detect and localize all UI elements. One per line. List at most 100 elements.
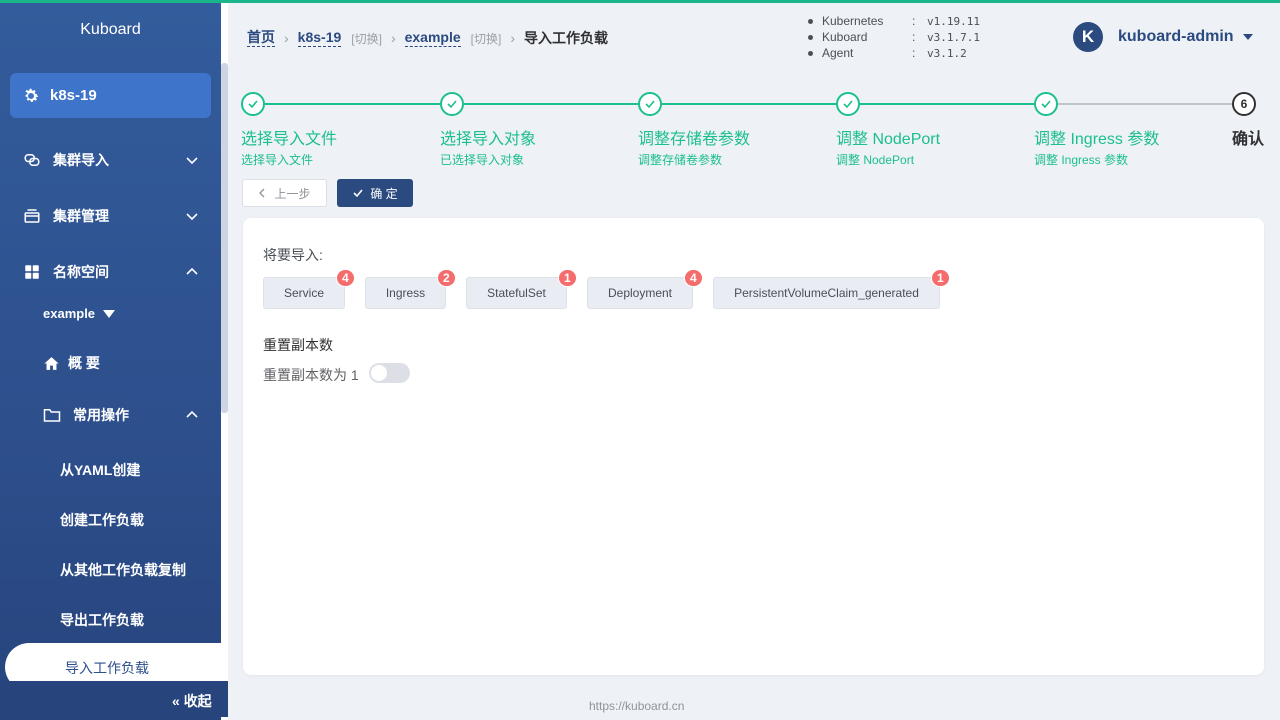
- prev-step-label: 上一步: [274, 186, 311, 201]
- menu-namespace[interactable]: 名称空间: [0, 252, 221, 292]
- menu-common-ops-label: 常用操作: [73, 407, 129, 423]
- count-badge: 4: [684, 269, 703, 287]
- chevron-up-icon: [186, 267, 198, 275]
- breadcrumb-home[interactable]: 首页: [247, 29, 275, 47]
- breadcrumb: 首页 › k8s-19 [切换] › example [切换] › 导入工作负载: [247, 28, 608, 48]
- chevron-down-icon: [186, 213, 198, 221]
- step-4-check-icon: [836, 92, 860, 116]
- confirm-button[interactable]: 确 定: [337, 179, 413, 207]
- version-row: Kubernetes: v1.19.11: [808, 13, 980, 29]
- step-1-desc: 选择导入文件: [241, 153, 314, 167]
- replica-toggle[interactable]: [369, 363, 410, 383]
- menu-import-workload-label: 导入工作负载: [65, 660, 149, 676]
- namespace-selector[interactable]: example: [43, 306, 116, 321]
- version-row: Kuboard: v3.1.7.1: [808, 29, 980, 45]
- menu-create-from-yaml[interactable]: 从YAML创建: [60, 460, 140, 480]
- cluster-selector[interactable]: k8s-19: [10, 73, 211, 118]
- version-value: v1.19.11: [927, 14, 980, 28]
- breadcrumb-current: 导入工作负载: [524, 30, 608, 46]
- menu-export-workload[interactable]: 导出工作负载: [60, 610, 144, 630]
- collapse-button[interactable]: « 收起: [172, 691, 212, 711]
- menu-overview[interactable]: 概 要: [43, 353, 100, 373]
- caret-down-icon: [103, 309, 116, 318]
- breadcrumb-namespace-switch[interactable]: [切换]: [471, 30, 502, 47]
- gear-icon: [25, 88, 39, 102]
- resource-statefulset-button[interactable]: StatefulSet 1: [466, 269, 577, 309]
- avatar: K: [1073, 22, 1103, 52]
- resource-name: Service: [283, 286, 324, 300]
- chevron-right-icon: ›: [284, 30, 289, 46]
- version-colon: :: [912, 46, 916, 60]
- menu-overview-label: 概 要: [68, 355, 100, 371]
- home-icon: [44, 356, 59, 370]
- menu-copy-workload[interactable]: 从其他工作负载复制: [60, 560, 186, 580]
- version-value: v3.1.2: [927, 46, 967, 60]
- import-label: 将要导入:: [263, 247, 323, 263]
- step-2-check-icon: [440, 92, 464, 116]
- bullet-icon: [808, 18, 813, 24]
- prev-step-button[interactable]: 上一步: [242, 179, 327, 207]
- folder-icon: [43, 409, 61, 422]
- resource-ingress-button[interactable]: Ingress 2: [365, 269, 456, 309]
- step-connector: [464, 103, 638, 105]
- count-badge: 1: [931, 269, 950, 287]
- step-connector: [662, 103, 836, 105]
- replica-section-title: 重置副本数: [263, 337, 333, 353]
- breadcrumb-cluster[interactable]: k8s-19: [297, 29, 342, 47]
- chevron-right-icon: ›: [510, 30, 515, 46]
- footer-link[interactable]: https://kuboard.cn: [589, 699, 684, 713]
- cluster-name: k8s-19: [50, 87, 97, 104]
- step-1-check-icon: [241, 92, 265, 116]
- collapse-label: 收起: [183, 693, 212, 709]
- user-name: kuboard-admin: [1118, 28, 1234, 45]
- menu-cluster-import[interactable]: 集群导入: [0, 140, 221, 180]
- resource-service-button[interactable]: Service 4: [263, 269, 355, 309]
- app-title: Kuboard: [80, 21, 141, 38]
- resource-deployment-button[interactable]: Deployment 4: [587, 269, 703, 309]
- user-menu[interactable]: K kuboard-admin: [1073, 22, 1253, 52]
- bullet-icon: [808, 34, 813, 40]
- step-3-title: 调整存储卷参数: [638, 131, 751, 148]
- version-name: Agent: [822, 46, 854, 60]
- resource-pvc-button[interactable]: PersistentVolumeClaim_generated 1: [713, 269, 950, 309]
- step-5-desc: 调整 Ingress 参数: [1034, 153, 1129, 167]
- breadcrumb-namespace[interactable]: example: [404, 29, 461, 47]
- bullet-icon: [808, 50, 813, 56]
- step-6-title: 确认: [1232, 131, 1265, 148]
- step-5-check-icon: [1034, 92, 1058, 116]
- step-3-desc: 调整存储卷参数: [638, 153, 723, 167]
- menu-create-workload[interactable]: 创建工作负载: [60, 510, 144, 530]
- step-4-title: 调整 NodePort: [836, 131, 941, 148]
- resource-name: Ingress: [385, 286, 426, 300]
- namespace-name: example: [43, 306, 96, 321]
- steps: 6 选择导入文件 选择导入对象 调整存储卷参数 调整 NodePort 调整 I…: [241, 92, 1271, 172]
- resource-name: Deployment: [607, 286, 673, 300]
- step-connector: [1058, 103, 1232, 105]
- version-info: Kubernetes: v1.19.11 Kuboard: v3.1.7.1 Age…: [808, 13, 980, 61]
- step-2-title: 选择导入对象: [440, 131, 537, 148]
- chevron-up-icon: [186, 410, 198, 418]
- replica-toggle-label: 重置副本数为 1: [263, 367, 359, 383]
- toggle-knob: [371, 365, 387, 381]
- step-1-title: 选择导入文件: [241, 131, 338, 148]
- resource-name: StatefulSet: [487, 286, 546, 300]
- resource-name: PersistentVolumeClaim_generated: [734, 286, 919, 300]
- chevron-right-icon: ›: [390, 30, 396, 46]
- menu-cluster-import-label: 集群导入: [53, 152, 109, 168]
- breadcrumb-cluster-switch[interactable]: [切换]: [351, 30, 382, 47]
- link-icon: [24, 154, 40, 166]
- chevron-left-icon: [259, 188, 265, 198]
- menu-common-ops[interactable]: 常用操作: [43, 405, 213, 425]
- version-row: Agent: v3.1.2: [808, 45, 980, 61]
- step-2-desc: 已选择导入对象: [440, 153, 525, 167]
- menu-cluster-manage[interactable]: 集群管理: [0, 196, 221, 236]
- double-chevron-left-icon: «: [172, 693, 180, 709]
- step-4-desc: 调整 NodePort: [836, 153, 915, 167]
- sidebar-scrollbar[interactable]: [221, 63, 228, 413]
- step-connector: [265, 103, 440, 105]
- step-connector: [860, 103, 1034, 105]
- step-3-check-icon: [638, 92, 662, 116]
- count-badge: 2: [437, 269, 456, 287]
- confirm-label: 确 定: [370, 186, 398, 201]
- menu-namespace-label: 名称空间: [53, 264, 109, 280]
